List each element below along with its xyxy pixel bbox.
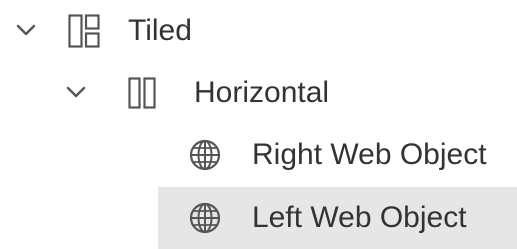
globe-icon [188,201,222,235]
chevron-down-icon[interactable] [14,22,38,38]
tree-item-horizontal[interactable]: Horizontal [0,62,517,124]
globe-icon [188,138,222,172]
tree-item-label: Tiled [128,14,192,47]
tree-item-label: Horizontal [194,76,330,109]
tree-item-left-web-object[interactable]: Left Web Object [158,187,517,249]
chevron-down-icon[interactable] [64,84,88,100]
tree-item-tiled[interactable]: Tiled [0,0,517,62]
tree-item-label: Left Web Object [252,201,467,234]
tree-item-label: Right Web Object [252,138,487,171]
item-hierarchy-tree: Tiled Horizontal Right Web Object Left W… [0,0,517,249]
horizontal-container-icon [128,77,156,109]
tiled-container-icon [68,14,100,48]
tree-item-right-web-object[interactable]: Right Web Object [0,124,517,186]
